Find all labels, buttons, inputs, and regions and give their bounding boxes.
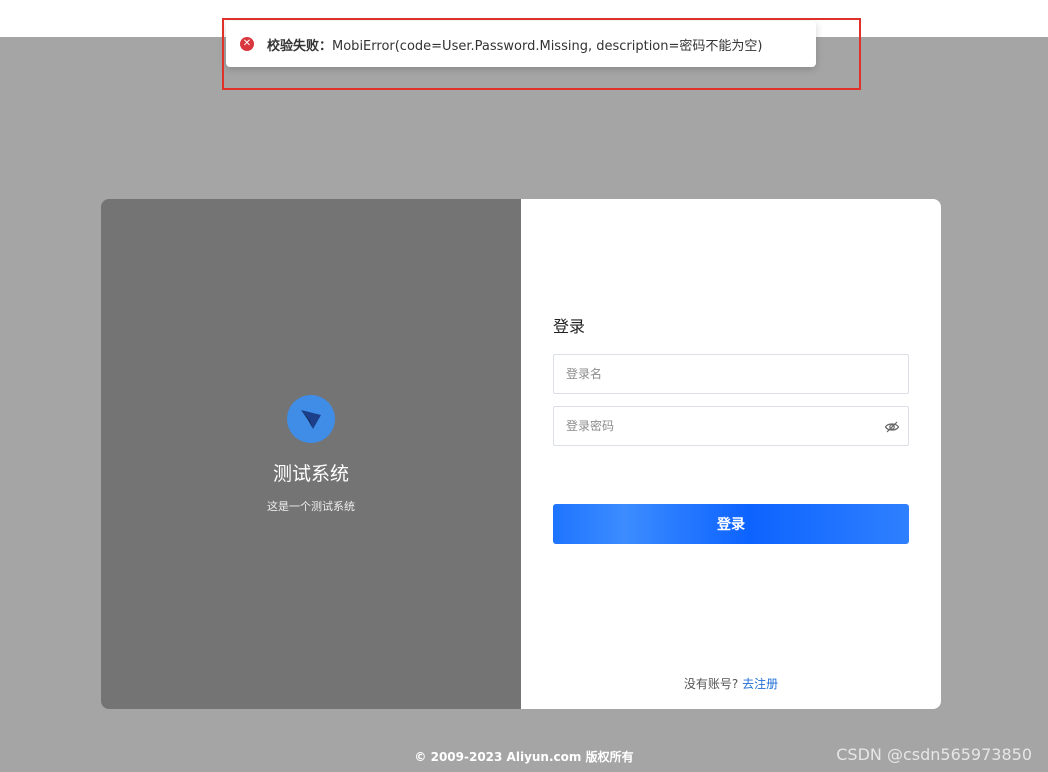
register-row: 没有账号? 去注册 — [521, 675, 941, 692]
brand-title: 测试系统 — [272, 463, 349, 485]
login-card: 测试系统 这是一个测试系统 登录 登录 没有账号? 去注册 — [101, 199, 941, 709]
toast-text: 校验失败：MobiError(code=User.Password.Missin… — [267, 35, 762, 54]
brand-subtitle: 这是一个测试系统 — [267, 500, 355, 513]
error-circle-icon: ✕ — [240, 37, 254, 51]
login-button[interactable]: 登录 — [553, 504, 909, 544]
login-form-panel: 登录 登录 没有账号? 去注册 — [521, 199, 941, 709]
password-field — [553, 406, 909, 446]
error-toast: ✕ 校验失败：MobiError(code=User.Password.Miss… — [226, 21, 816, 67]
brand-block: 测试系统 这是一个测试系统 — [101, 395, 521, 514]
no-account-text: 没有账号? — [683, 677, 739, 691]
paper-plane-logo-icon — [287, 395, 335, 443]
brand-panel: 测试系统 这是一个测试系统 — [101, 199, 521, 709]
username-input[interactable] — [554, 355, 908, 393]
toast-message: MobiError(code=User.Password.Missing, de… — [332, 38, 763, 54]
register-link[interactable]: 去注册 — [742, 677, 778, 691]
eye-slash-icon[interactable] — [884, 419, 900, 435]
username-field — [553, 354, 909, 394]
login-heading: 登录 — [553, 317, 586, 336]
password-input[interactable] — [554, 407, 908, 445]
toast-title: 校验失败： — [267, 38, 333, 54]
watermark-text: CSDN @csdn565973850 — [836, 745, 1032, 764]
